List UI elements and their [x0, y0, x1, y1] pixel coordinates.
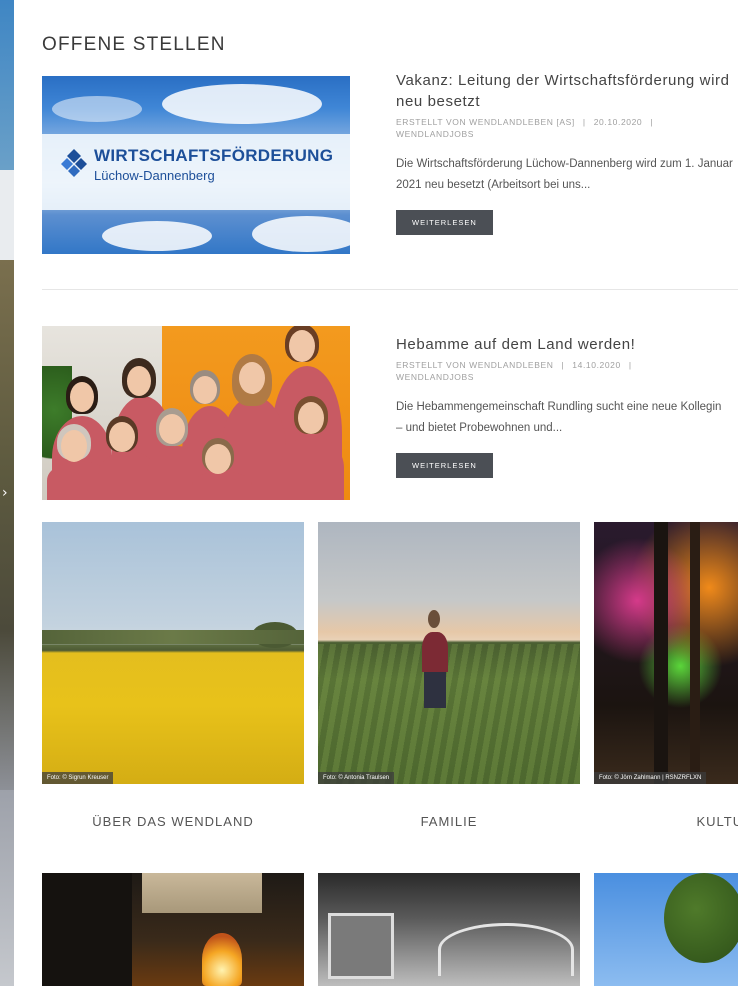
left-strip-bottom [0, 790, 14, 986]
post-meta: ERSTELLT VON WENDLANDLEBEN | 14.10.2020 | W… [396, 360, 632, 382]
meta-category[interactable]: WENDLANDJOBS [396, 372, 474, 382]
cloud-shape [52, 96, 142, 122]
meta-prefix: ERSTELLT VON [396, 117, 467, 127]
photo-tree-trunk [654, 522, 668, 784]
photo-legs [424, 672, 446, 708]
photo-tree-crown [664, 873, 738, 963]
left-strip-photo [0, 260, 14, 790]
photo-cable-loop [438, 923, 574, 976]
photo-face [127, 366, 151, 396]
wf-logo-sub: Lüchow-Dannenberg [94, 168, 215, 183]
photo-machine-part [328, 913, 394, 979]
meta-date: 20.10.2020 [593, 117, 643, 127]
post-meta: ERSTELLT VON WENDLANDLEBEN [AS] | 20.10.20… [396, 117, 654, 139]
photo-person-red [422, 632, 448, 672]
section-title: OFFENE STELLEN [42, 34, 226, 55]
photo-person [192, 471, 252, 500]
post-excerpt: Die Wirtschaftsförderung Lüchow-Dannenbe… [396, 158, 733, 191]
gallery-label[interactable]: KULTUR [594, 814, 738, 829]
left-strip-light [0, 170, 14, 260]
post-title[interactable]: Hebamme auf dem Land werden! [396, 334, 738, 355]
gallery-photo-field-walk[interactable]: Foto: © Antonia Traulsen [318, 522, 580, 784]
left-edge-strip: › [0, 0, 14, 986]
photo-face [298, 402, 324, 434]
wf-diamond-logo-icon [61, 149, 87, 177]
photo-evening-sky [142, 873, 262, 913]
photo-face [239, 362, 265, 394]
post-image-wirtschaftsfoerderung[interactable]: WIRTSCHAFTSFÖRDERUNG Lüchow-Dannenberg [42, 76, 350, 254]
photo-tree-trunk [690, 522, 700, 784]
photo-person [280, 436, 344, 500]
wf-logo-name: WIRTSCHAFTSFÖRDERUNG [94, 146, 334, 165]
meta-category[interactable]: WENDLANDJOBS [396, 129, 474, 139]
photo-child [428, 610, 440, 628]
photo-credit: Foto: © Antonia Traulsen [318, 772, 395, 784]
gallery-photo-lit-forest[interactable]: Foto: © Jörn Zahlmann | RSNZRFLXN [594, 522, 738, 784]
photo-face [159, 414, 185, 444]
meta-prefix: ERSTELLT VON [396, 360, 467, 370]
photo-treeline [42, 630, 304, 644]
post-body-1: Vakanz: Leitung der Wirtschaftsförderung… [396, 70, 738, 235]
post-excerpt: Die Hebammengemeinschaft Rundling sucht … [396, 401, 722, 434]
post-image-hebammen-team[interactable] [42, 326, 350, 500]
photo-face [289, 330, 315, 362]
photo-face [61, 430, 87, 462]
read-more-button[interactable]: WEITERLESEN [396, 453, 493, 478]
post-title-link[interactable]: Hebamme auf dem Land werden! [396, 336, 635, 353]
cloud-shape [102, 221, 212, 251]
post-divider [42, 289, 738, 290]
slider-next-arrow-icon[interactable]: › [2, 485, 8, 501]
gallery-label[interactable]: ÜBER DAS WENDLAND [42, 814, 304, 829]
photo-field-texture [318, 644, 580, 784]
gallery-tile-kultur[interactable]: Foto: © Jörn Zahlmann | RSNZRFLXN KULTUR [594, 522, 738, 832]
cloud-shape [252, 216, 350, 252]
photo-face [70, 382, 94, 412]
meta-date: 14.10.2020 [572, 360, 621, 370]
gallery-photo-campfire[interactable] [42, 873, 304, 986]
photo-face [109, 422, 135, 452]
meta-author[interactable]: WENDLANDLEBEN [469, 360, 553, 370]
post-title-link[interactable]: Vakanz: Leitung der Wirtschaftsförderung… [396, 72, 730, 110]
post-title[interactable]: Vakanz: Leitung der Wirtschaftsförderung… [396, 70, 738, 112]
photo-face [205, 444, 231, 474]
meta-author[interactable]: WENDLANDLEBEN [AS] [469, 117, 575, 127]
gallery-tile-wendland[interactable]: Foto: © Sigrun Kreuser ÜBER DAS WENDLAND [42, 522, 304, 832]
left-strip-sky [0, 0, 14, 170]
photo-credit: Foto: © Jörn Zahlmann | RSNZRFLXN [594, 772, 707, 784]
post-body-2: Hebamme auf dem Land werden! ERSTELLT VO… [396, 334, 738, 478]
photo-face [193, 376, 217, 404]
gallery-photo-rapeseed-field[interactable]: Foto: © Sigrun Kreuser [42, 522, 304, 784]
gallery-label[interactable]: FAMILIE [318, 814, 580, 829]
gallery-tile-familie[interactable]: Foto: © Antonia Traulsen FAMILIE [318, 522, 580, 832]
cloud-shape [162, 84, 322, 124]
photo-fire [202, 933, 242, 986]
read-more-button[interactable]: WEITERLESEN [396, 210, 493, 235]
gallery-photo-tree-sky[interactable] [594, 873, 738, 986]
photo-credit: Foto: © Sigrun Kreuser [42, 772, 114, 784]
gallery-photo-bw-machine[interactable] [318, 873, 580, 986]
photo-tree-silhouette [42, 873, 132, 986]
